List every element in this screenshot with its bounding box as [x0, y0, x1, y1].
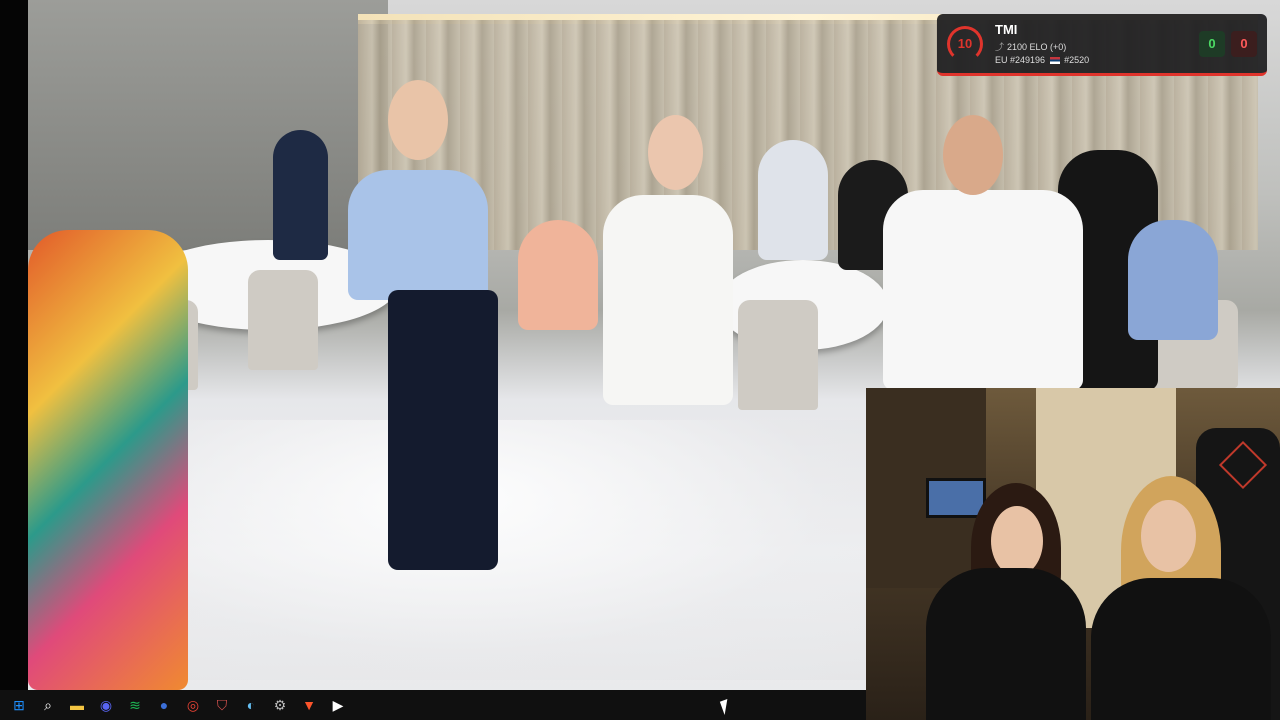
- media-player-icon[interactable]: ▶: [329, 696, 347, 714]
- dancer-white-dress: [603, 195, 733, 405]
- dancer-navy-trousers: [388, 290, 498, 570]
- spotify-icon[interactable]: ≋: [126, 696, 144, 714]
- faceit-losses: 0: [1231, 30, 1257, 57]
- faceit-rank: EU #249196 #2520: [995, 55, 1193, 65]
- faceit-region-rank: EU #249196: [995, 55, 1046, 65]
- search-icon[interactable]: ⌕: [39, 696, 57, 714]
- dancer-blue-blouse: [348, 170, 488, 300]
- dancer-head: [943, 115, 1003, 195]
- trend-icon: ⤴: [995, 42, 1005, 52]
- taskbar: ⊞ ⌕ ▬ ◉ ≋ ● ◎ ⛉ ◐ ⚙ ▼ ▶: [0, 690, 866, 720]
- discord-icon[interactable]: ◉: [97, 696, 115, 714]
- chair: [738, 300, 818, 410]
- guest-body: [1091, 578, 1271, 720]
- guest-face: [1141, 500, 1196, 572]
- guest: [518, 220, 598, 330]
- chrome-icon[interactable]: ◎: [184, 696, 202, 714]
- settings-icon[interactable]: ⚙: [271, 696, 289, 714]
- left-black-bar: [0, 0, 28, 690]
- guest: [758, 140, 828, 260]
- faceit-elo: ⤴ 2100 ELO (+0): [995, 40, 1193, 53]
- streamer-face: [991, 506, 1043, 576]
- brave-icon[interactable]: ▼: [300, 696, 318, 714]
- monitor: [926, 478, 986, 518]
- webcam-overlay[interactable]: [866, 388, 1280, 720]
- streamer-body: [926, 568, 1086, 720]
- faceit-country-rank: #2520: [1064, 55, 1090, 65]
- guest: [273, 130, 328, 260]
- dancer-white-jumpsuit: [883, 190, 1083, 390]
- faceit-stats-overlay: 10 TMI ⤴ 2100 ELO (+0) EU #249196 #2520 0…: [937, 14, 1267, 76]
- faceit-elo-value: 2100 ELO (+0): [1007, 42, 1067, 52]
- steam-icon[interactable]: ◐: [242, 696, 260, 714]
- windows-start-icon[interactable]: ⊞: [10, 696, 28, 714]
- app-blue-icon[interactable]: ●: [155, 696, 173, 714]
- marble-floor: [168, 420, 888, 680]
- faceit-username: TMI: [995, 22, 1018, 37]
- shield-app-icon[interactable]: ⛉: [213, 696, 231, 714]
- chair: [248, 270, 318, 370]
- faceit-wins: 0: [1199, 30, 1225, 57]
- guest: [1128, 220, 1218, 340]
- faceit-player-info: TMI ⤴ 2100 ELO (+0) EU #249196 #2520: [995, 22, 1193, 65]
- file-explorer-icon[interactable]: ▬: [68, 696, 86, 714]
- serbia-flag-icon: [1049, 57, 1060, 65]
- dancer-head: [388, 80, 448, 160]
- dancer-colorful-dress: [28, 230, 188, 690]
- faceit-level-badge: 10: [947, 25, 983, 62]
- wall-panel: [28, 0, 388, 250]
- dancer-head: [648, 115, 703, 190]
